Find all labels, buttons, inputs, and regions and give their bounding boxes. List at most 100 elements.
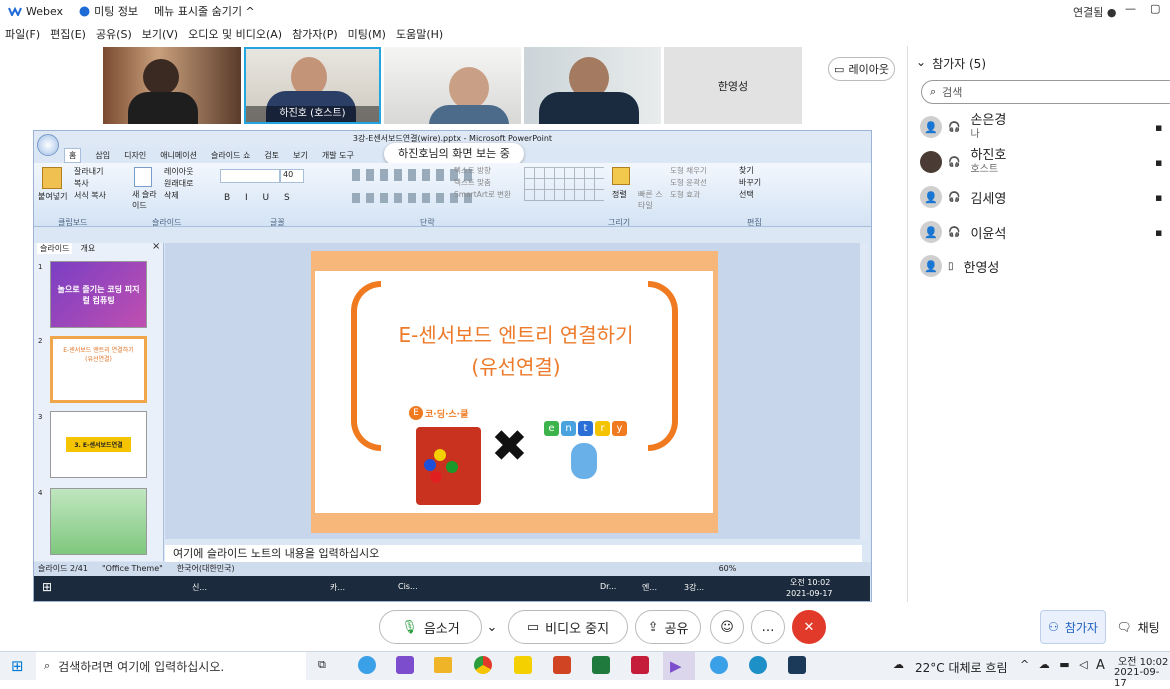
ie-icon[interactable] <box>710 656 728 674</box>
shapes-gallery[interactable] <box>524 167 604 201</box>
excel-icon[interactable] <box>592 656 610 674</box>
slide-thumbnail-selected[interactable]: E-센서보드 엔트리 연결하기 (유선연결) <box>50 336 147 403</box>
maximize-icon[interactable]: ▢ <box>1150 2 1160 15</box>
menu-file[interactable]: 파일(F) <box>0 26 45 42</box>
text-direction-button[interactable]: 텍스트 방향 <box>454 165 511 177</box>
participant-search[interactable]: ⌕ 검색 <box>921 80 1170 104</box>
webex-icon[interactable] <box>788 656 806 674</box>
layout-menu[interactable]: 레이아웃 <box>164 166 193 178</box>
menu-view[interactable]: 보기(V) <box>137 26 183 42</box>
minimize-icon[interactable]: — <box>1125 2 1136 15</box>
layout-button[interactable]: ▭ 레이아웃 <box>828 57 895 81</box>
font-name-input[interactable] <box>220 169 280 183</box>
tab-developer[interactable]: 개발 도구 <box>322 150 354 161</box>
video-tile-host[interactable]: 하진호 (호스트) <box>244 47 381 124</box>
participant-row[interactable]: 🎧 하진호 호스트 ▪ <box>920 146 1170 178</box>
tab-slideshow[interactable]: 슬라이드 쇼 <box>211 150 250 161</box>
cut-button[interactable]: 잘라내기 <box>74 166 106 178</box>
kakaotalk-icon[interactable] <box>514 656 532 674</box>
tab-outline[interactable]: 개요 <box>80 243 95 254</box>
menu-participants[interactable]: 참가자(P) <box>287 26 343 42</box>
shape-fill-button[interactable]: 도형 채우기 <box>670 165 707 177</box>
tab-review[interactable]: 검토 <box>264 150 279 161</box>
tab-slides[interactable]: 슬라이드 <box>37 243 73 254</box>
video-tile-4[interactable] <box>524 47 661 124</box>
task-view-icon[interactable]: ⧉ <box>318 658 326 672</box>
participants-toggle-button[interactable]: ⚇ 참가자 <box>1040 610 1106 644</box>
zoom-level[interactable]: 60% <box>719 562 737 576</box>
audio-options-chevron-icon[interactable]: ⌄ <box>484 610 500 644</box>
text-align-button[interactable]: 텍스트 맞춤 <box>454 177 511 189</box>
slide-thumbnail[interactable]: 놀으로 즐기는 코딩 피지컬 컴퓨팅 <box>50 261 147 328</box>
format-painter-button[interactable]: 서식 복사 <box>74 190 106 202</box>
menu-audio-video[interactable]: 오디오 및 비디오(A) <box>183 26 287 42</box>
office-button-icon[interactable] <box>37 134 59 156</box>
meeting-info-label: 미팅 정보 <box>94 5 139 18</box>
font-style-buttons[interactable]: B I U S <box>224 193 296 203</box>
leave-meeting-button[interactable]: ✕ <box>792 610 826 644</box>
ie-icon[interactable] <box>358 656 376 674</box>
font-size-input[interactable]: 40 <box>280 169 304 183</box>
shape-effect-button[interactable]: 도형 효과 <box>670 189 707 201</box>
tab-design[interactable]: 디자인 <box>124 150 146 161</box>
windows-start-icon[interactable]: ⊞ <box>11 657 24 675</box>
share-button[interactable]: ⇪ 공유 <box>635 610 701 644</box>
reset-button[interactable]: 원래대로 <box>164 178 193 190</box>
new-slide-icon[interactable] <box>134 167 152 187</box>
folder-icon[interactable] <box>434 657 452 673</box>
reactions-button[interactable]: ☺ <box>710 610 744 644</box>
paste-icon[interactable] <box>42 167 62 189</box>
meeting-info-button[interactable]: 미팅 정보 <box>71 3 146 19</box>
stop-video-button[interactable]: ▭ 비디오 중지 <box>508 610 628 644</box>
weather-text[interactable]: 22°C 대체로 흐림 <box>915 659 1007 676</box>
menu-edit[interactable]: 편집(E) <box>45 26 91 42</box>
menu-share[interactable]: 공유(S) <box>91 26 137 42</box>
chrome-icon[interactable] <box>474 656 492 674</box>
menu-meeting[interactable]: 미팅(M) <box>343 26 391 42</box>
slide[interactable]: E-센서보드 엔트리 연결하기 (유선연결) E 코·딩·스·쿨 ✖ e n t… <box>311 251 718 533</box>
video-tile-1[interactable] <box>103 47 241 124</box>
hide-menu-button[interactable]: 메뉴 표시줄 숨기기 ^ <box>146 3 263 19</box>
video-tile-3[interactable] <box>384 47 521 124</box>
tab-home[interactable]: 홈 <box>64 148 82 163</box>
select-button[interactable]: 선택 <box>739 189 761 201</box>
tab-view[interactable]: 보기 <box>293 150 308 161</box>
arrange-icon[interactable] <box>612 167 630 185</box>
clock-time[interactable]: 오전 10:02 <box>1118 653 1168 668</box>
tab-animation[interactable]: 애니메이션 <box>160 150 197 161</box>
video-tile-5[interactable]: 한영성 <box>664 47 802 124</box>
tray-icons[interactable]: ^ ☁ ▬ ◁ <box>1020 658 1091 671</box>
mute-button[interactable]: 🎙 음소거 <box>379 610 482 644</box>
chat-button[interactable]: 🗨 채팅 <box>1110 610 1166 644</box>
slide-thumbnail[interactable] <box>50 488 147 555</box>
app-icon[interactable] <box>631 656 649 674</box>
participants-header[interactable]: ⌄ 참가자 (5) <box>916 55 986 72</box>
webex-app[interactable]: Webex <box>0 5 71 18</box>
menu-help[interactable]: 도움말(H) <box>391 26 448 42</box>
scrollbar-vertical[interactable] <box>860 243 868 539</box>
smartart-button[interactable]: SmartArt로 변환 <box>454 189 511 201</box>
powerpoint-icon[interactable] <box>553 656 571 674</box>
edge-icon[interactable] <box>749 656 767 674</box>
delete-button[interactable]: 삭제 <box>164 190 193 202</box>
app-icon[interactable] <box>396 656 414 674</box>
copy-button[interactable]: 복사 <box>74 178 106 190</box>
participant-row[interactable]: 👤 🎧 손은경 나 ▪ <box>920 111 1170 143</box>
replace-button[interactable]: 바꾸기 <box>739 177 761 189</box>
quick-style-label[interactable]: 빠른 스타일 <box>638 189 664 211</box>
shape-outline-button[interactable]: 도형 윤곽선 <box>670 177 707 189</box>
more-options-button[interactable]: … <box>751 610 785 644</box>
participant-row[interactable]: 👤 ▯ 한영성 <box>920 250 1170 282</box>
taskbar-search[interactable]: ⌕ 검색하려면 여기에 입력하십시오. <box>36 652 306 680</box>
slide-thumbnail[interactable]: 3. E-센서보드연결 <box>50 411 147 478</box>
ime-indicator[interactable]: A <box>1096 658 1105 673</box>
clock-date[interactable]: 2021-09-17 <box>1114 667 1170 689</box>
person-body <box>429 105 509 124</box>
participant-row[interactable]: 👤 🎧 김세영 ▪ <box>920 181 1170 213</box>
tab-insert[interactable]: 삽입 <box>95 150 110 161</box>
participant-row[interactable]: 👤 🎧 이윤석 ▪ <box>920 216 1170 248</box>
notes-field[interactable]: 여기에 슬라이드 노트의 내용을 입력하십시오 <box>165 545 862 563</box>
find-button[interactable]: 찾기 <box>739 165 761 177</box>
avatar: 👤 <box>920 186 942 208</box>
close-icon[interactable]: × <box>152 241 160 252</box>
